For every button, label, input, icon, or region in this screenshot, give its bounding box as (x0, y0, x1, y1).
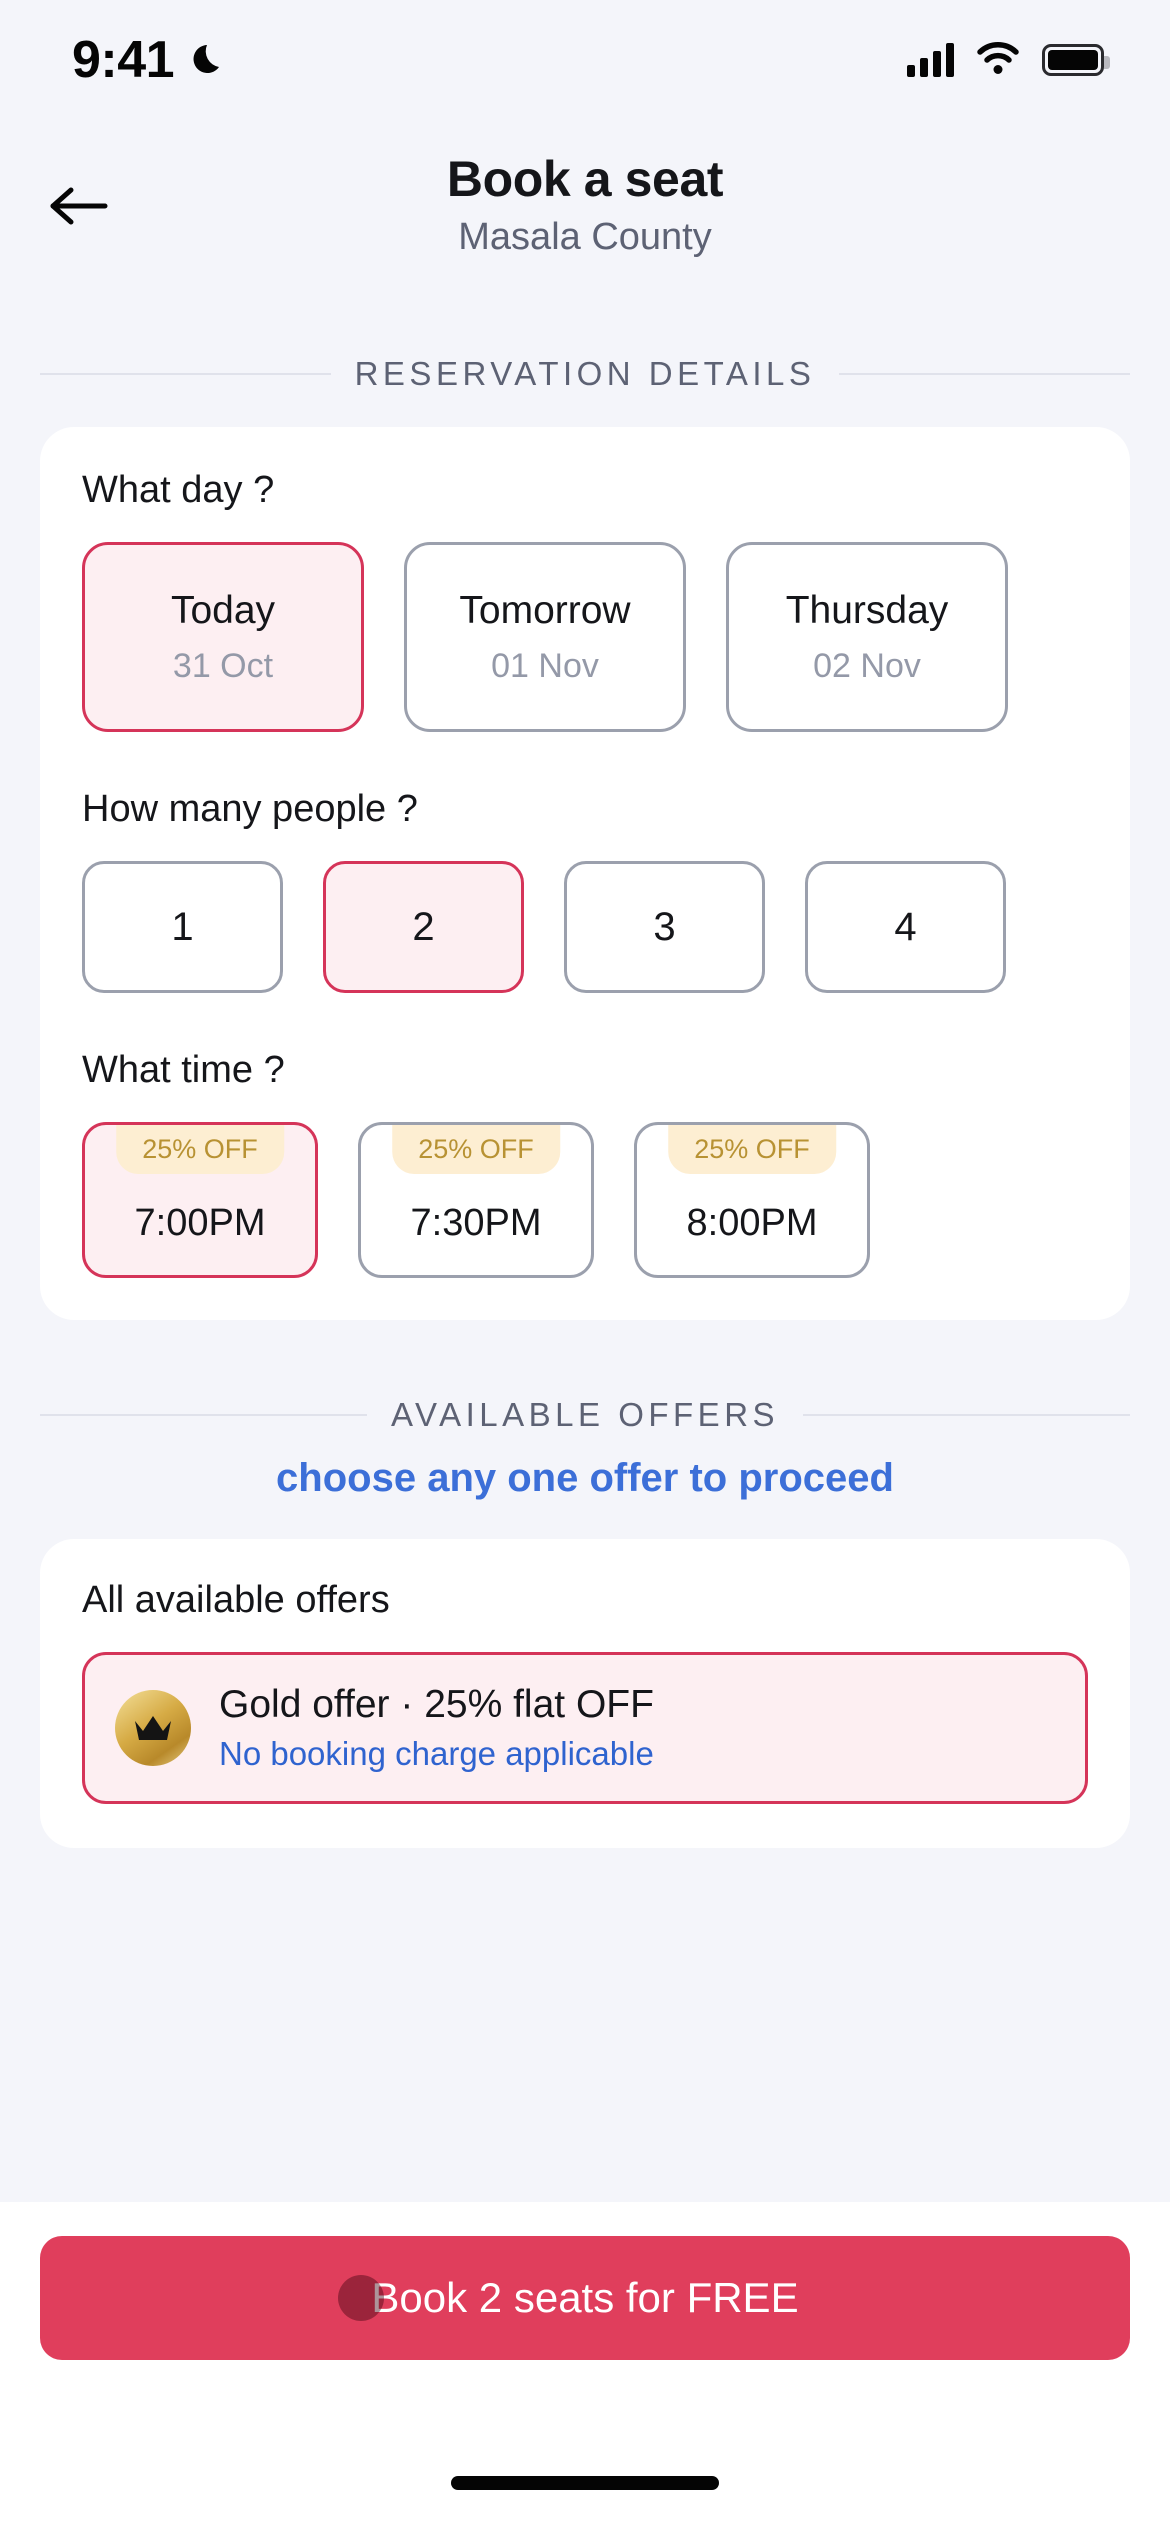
day-question-label: What day ? (82, 469, 275, 511)
time-chip-value: 7:30PM (410, 1202, 542, 1244)
day-chip-date: 02 Nov (813, 646, 921, 685)
crown-icon (115, 1690, 191, 1766)
offers-instruction: choose any one offer to proceed (276, 1456, 894, 1500)
arrow-left-icon (49, 182, 111, 235)
divider-line-right (839, 373, 1130, 375)
offer-item-gold[interactable]: Gold offer · 25% flat OFF No booking cha… (82, 1652, 1088, 1804)
time-chip-value: 7:00PM (134, 1202, 266, 1244)
people-selector-block: How many people ? 1 2 3 4 (82, 788, 1130, 993)
day-chip-name: Today (170, 588, 276, 632)
phone-screen: 9:41 Book a seat Masala County RESERVATI… (0, 0, 1170, 2532)
back-button[interactable] (40, 168, 120, 248)
offers-list-title: All available offers (82, 1579, 390, 1621)
offers-section-label: AVAILABLE OFFERS (390, 1396, 780, 1433)
page-header: Book a seat Masala County (0, 120, 1170, 299)
offers-section-divider: AVAILABLE OFFERS (0, 1396, 1170, 1434)
people-chip-2[interactable]: 2 (323, 861, 524, 993)
page-subtitle: Masala County (458, 216, 712, 258)
discount-badge: 25% OFF (116, 1125, 284, 1174)
people-chip-3[interactable]: 3 (564, 861, 765, 993)
people-question-label: How many people ? (82, 788, 418, 830)
home-indicator (451, 2476, 719, 2490)
people-chip-1[interactable]: 1 (82, 861, 283, 993)
day-chip-name: Tomorrow (459, 588, 631, 632)
wifi-icon (976, 41, 1020, 80)
reservation-card: What day ? Today 31 Oct Tomorrow 01 Nov … (40, 427, 1130, 1320)
time-chip-700pm[interactable]: 25% OFF 7:00PM (82, 1122, 318, 1278)
time-chip-730pm[interactable]: 25% OFF 7:30PM (358, 1122, 594, 1278)
divider-line-right (803, 1414, 1131, 1416)
day-chip-date: 31 Oct (172, 646, 274, 685)
cellular-signal-icon (907, 43, 954, 77)
people-chip-row[interactable]: 1 2 3 4 (82, 861, 1130, 993)
day-selector-block: What day ? Today 31 Oct Tomorrow 01 Nov … (82, 469, 1130, 732)
day-chip-row[interactable]: Today 31 Oct Tomorrow 01 Nov Thursday 02… (82, 542, 1130, 732)
discount-badge: 25% OFF (392, 1125, 560, 1174)
reservation-section-divider: RESERVATION DETAILS (0, 355, 1170, 393)
status-bar-right (907, 41, 1110, 80)
day-chip-tomorrow[interactable]: Tomorrow 01 Nov (404, 542, 686, 732)
day-chip-thursday[interactable]: Thursday 02 Nov (726, 542, 1008, 732)
divider-line-left (40, 1414, 367, 1416)
book-seats-button[interactable]: Book 2 seats for FREE (40, 2236, 1130, 2360)
header-titles: Book a seat Masala County (0, 150, 1170, 259)
time-chip-value: 8:00PM (686, 1202, 818, 1244)
day-chip-date: 01 Nov (491, 646, 599, 685)
people-chip-4[interactable]: 4 (805, 861, 1006, 993)
battery-full-icon (1042, 44, 1110, 76)
offers-card: All available offers Gold offer · 25% fl… (40, 1539, 1130, 1848)
time-chip-800pm[interactable]: 25% OFF 8:00PM (634, 1122, 870, 1278)
time-selector-block: What time ? 25% OFF 7:00PM 25% OFF 7:30P… (82, 1049, 1130, 1278)
discount-badge: 25% OFF (668, 1125, 836, 1174)
reservation-section-label: RESERVATION DETAILS (354, 355, 816, 392)
status-bar: 9:41 (0, 0, 1170, 120)
scroll-content[interactable]: RESERVATION DETAILS What day ? Today 31 … (0, 299, 1170, 2532)
divider-line-left (40, 373, 331, 375)
offer-title: Gold offer · 25% flat OFF (219, 1683, 654, 1726)
status-bar-left: 9:41 (72, 30, 230, 90)
page-title: Book a seat (446, 151, 724, 207)
status-time: 9:41 (72, 31, 175, 89)
time-question-label: What time ? (82, 1049, 285, 1091)
offer-text-group: Gold offer · 25% flat OFF No booking cha… (219, 1683, 654, 1773)
crescent-moon-icon (190, 40, 230, 80)
bottom-action-bar: Book 2 seats for FREE (0, 2202, 1170, 2532)
offer-note: No booking charge applicable (219, 1735, 654, 1772)
day-chip-today[interactable]: Today 31 Oct (82, 542, 364, 732)
time-chip-row[interactable]: 25% OFF 7:00PM 25% OFF 7:30PM 25% OFF 8:… (82, 1122, 1130, 1278)
day-chip-name: Thursday (785, 588, 949, 632)
